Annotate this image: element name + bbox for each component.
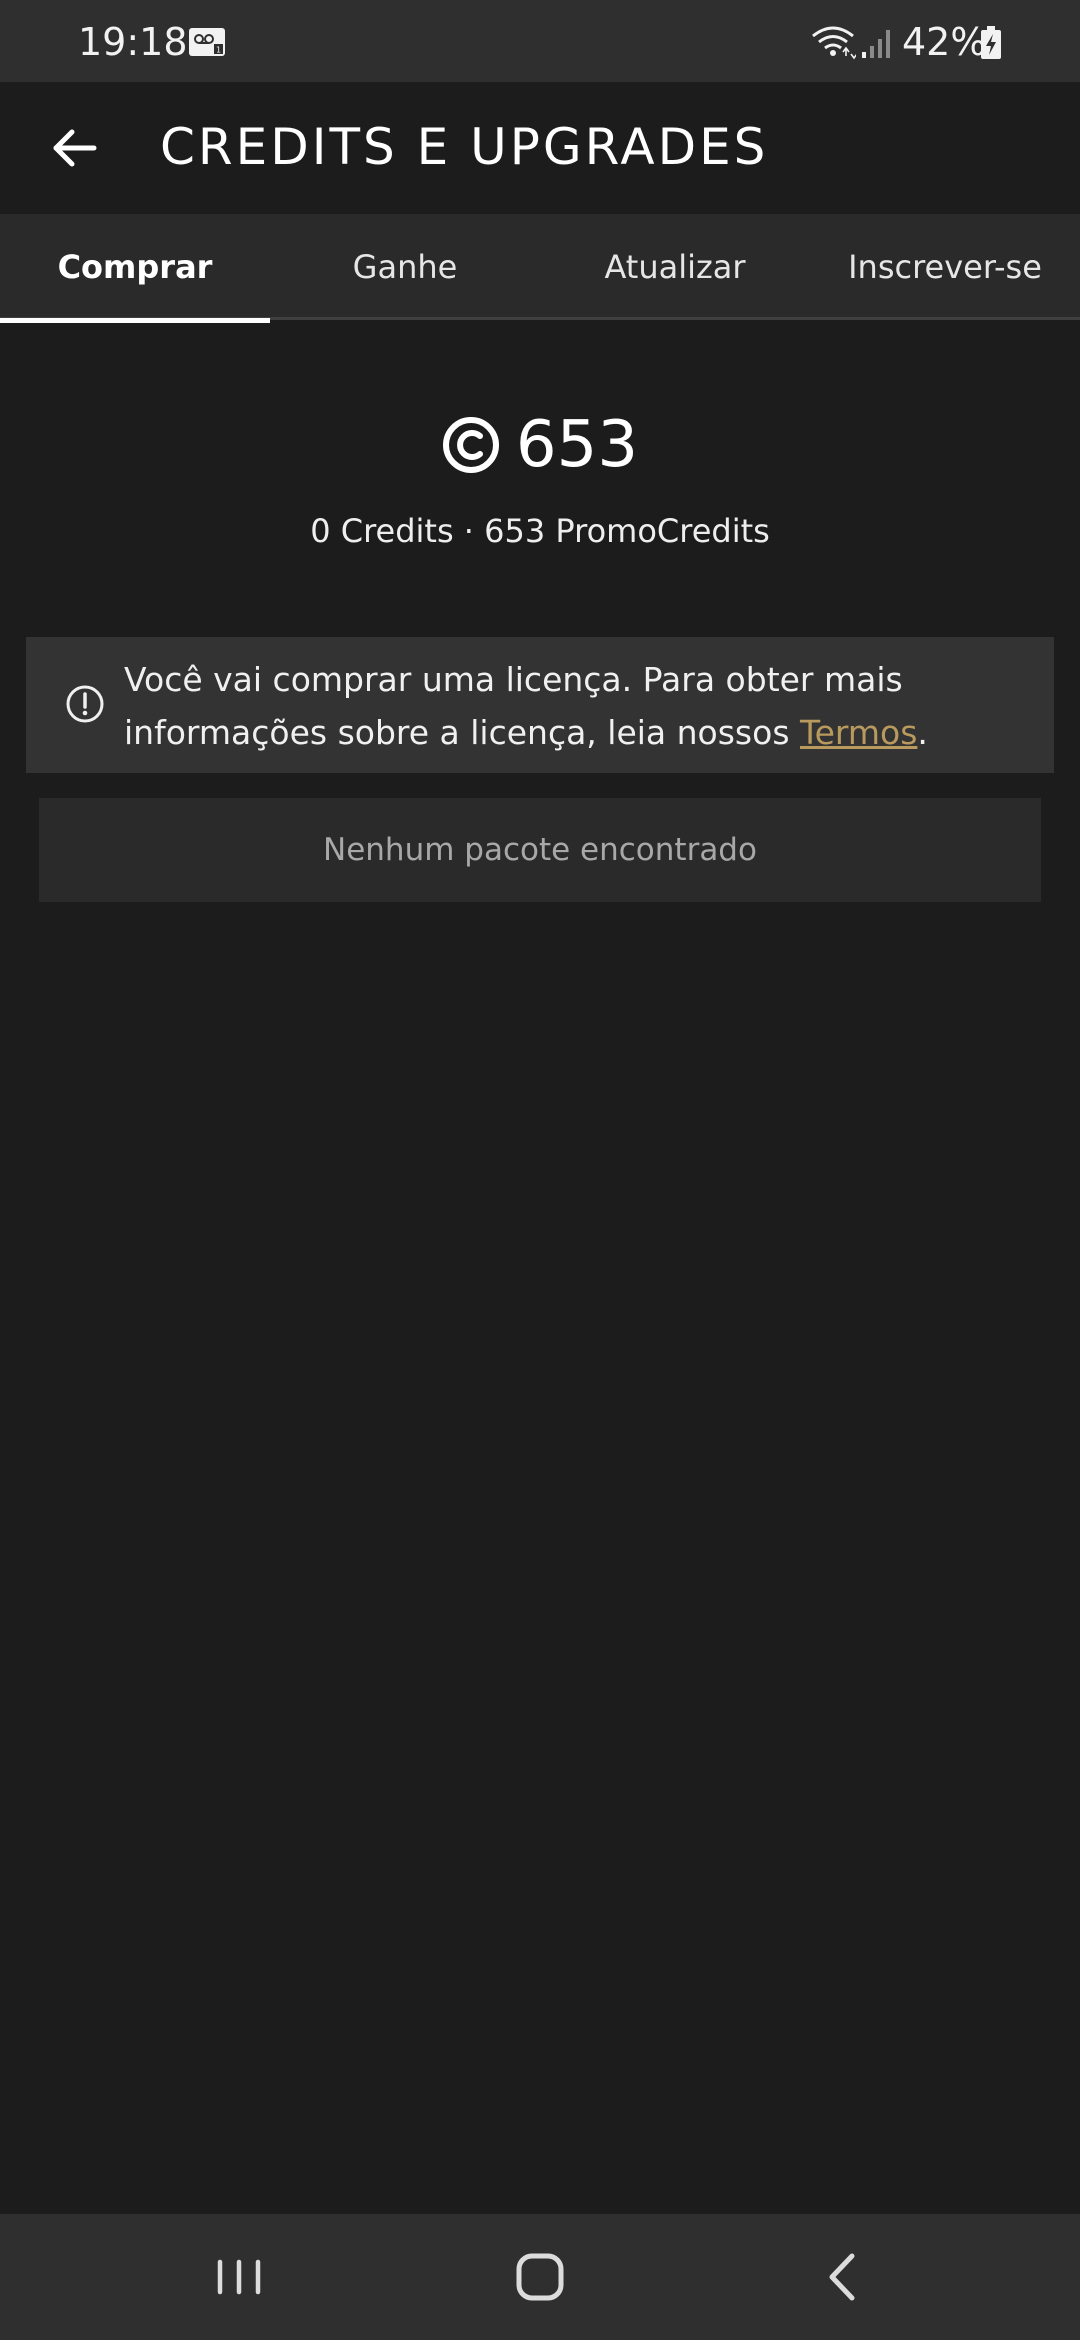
tab-atualizar[interactable]: Atualizar: [540, 214, 810, 320]
info-icon: [66, 685, 104, 723]
tab-inscrever-se[interactable]: Inscrever-se: [810, 214, 1080, 320]
empty-state-text: Nenhum pacote encontrado: [323, 832, 757, 868]
back-icon[interactable]: [804, 2242, 882, 2312]
screen: 19:18 1 42% CREDITS E UPGRADES Comprar G…: [0, 0, 1080, 2340]
battery-charging-icon: [981, 26, 1001, 59]
balance-row: 653: [0, 400, 1080, 490]
status-time: 19:18: [78, 20, 188, 64]
info-message: Você vai comprar uma licença. Para obter…: [124, 660, 903, 752]
info-suffix: .: [917, 713, 928, 752]
signal-icon: [862, 30, 890, 58]
back-button[interactable]: [36, 110, 112, 186]
tab-comprar[interactable]: Comprar: [0, 214, 270, 323]
wifi-icon: [812, 26, 856, 60]
battery-percentage: 42%: [902, 20, 987, 64]
recent-apps-icon[interactable]: [200, 2242, 278, 2312]
empty-packages-message: Nenhum pacote encontrado: [39, 798, 1041, 902]
separator: ·: [463, 512, 474, 550]
balance-breakdown: 0 Credits · 653 PromoCredits: [0, 512, 1080, 550]
tab-bar: Comprar Ganhe Atualizar Inscrever-se: [0, 214, 1080, 323]
status-bar: 19:18 1 42%: [0, 0, 1080, 82]
credits-count: 0 Credits: [310, 512, 454, 550]
home-icon[interactable]: [500, 2242, 580, 2312]
page-title: CREDITS E UPGRADES: [160, 118, 769, 176]
tab-ganhe[interactable]: Ganhe: [270, 214, 540, 320]
voicemail-icon: 1: [189, 28, 225, 56]
info-text: Você vai comprar uma licença. Para obter…: [124, 653, 1034, 759]
promo-credits-count: 653 PromoCredits: [484, 512, 770, 550]
svg-text:1: 1: [216, 46, 221, 55]
credit-icon: [442, 417, 499, 473]
license-info-banner: Você vai comprar uma licença. Para obter…: [26, 637, 1054, 773]
app-bar: CREDITS E UPGRADES: [0, 82, 1080, 214]
terms-link[interactable]: Termos: [800, 713, 917, 752]
balance-value: 653: [515, 408, 639, 482]
system-navigation-bar: [0, 2214, 1080, 2340]
arrow-left-icon: [53, 129, 97, 167]
